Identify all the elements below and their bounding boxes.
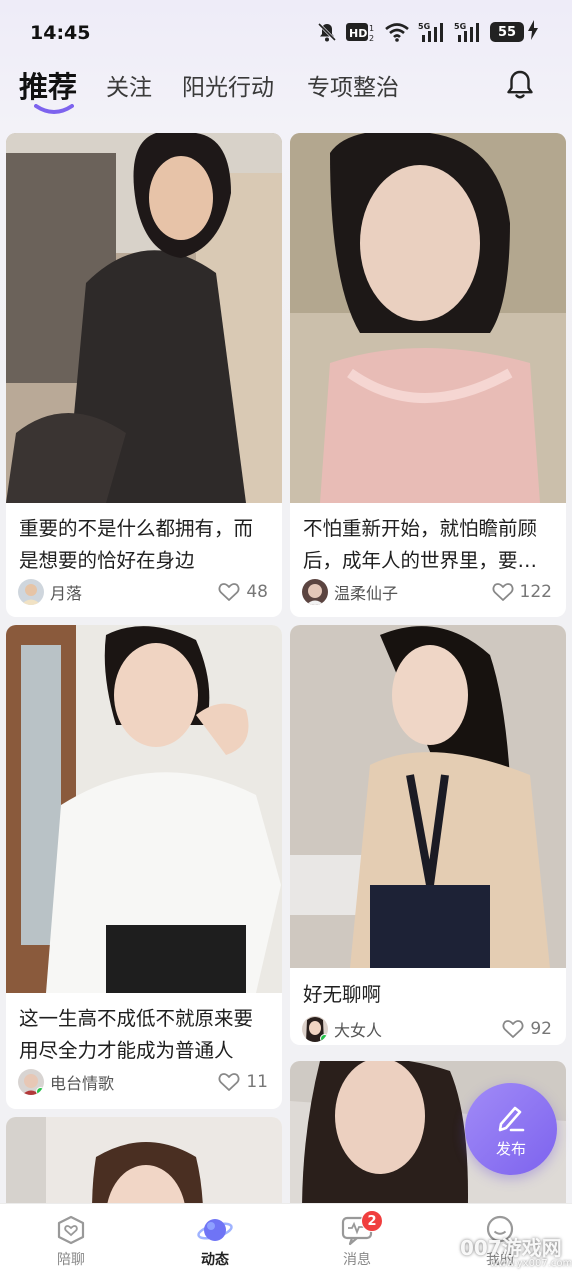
publish-button[interactable]: 发布 xyxy=(465,1083,557,1175)
post-title[interactable]: 不怕重新开始，就怕瞻前顾后，成年人的世界里，要… xyxy=(303,513,554,577)
like-button[interactable]: 122 xyxy=(492,582,552,602)
post-card[interactable]: 这一生高不成低不就原来要用尽全力才能成为普通人 电台情歌 11 xyxy=(6,625,282,1109)
svg-text:5G: 5G xyxy=(418,22,430,31)
nav-item-messages[interactable]: 2 消息 xyxy=(317,1210,397,1269)
tab-follow[interactable]: 关注 xyxy=(106,68,152,102)
heart-outline-icon xyxy=(218,1073,240,1091)
avatar[interactable] xyxy=(302,1016,328,1042)
nav-label: 消息 xyxy=(343,1252,371,1268)
post-card[interactable] xyxy=(6,1117,282,1203)
online-status-dot xyxy=(320,1034,328,1042)
post-meta: 电台情歌 11 xyxy=(18,1068,268,1096)
pen-edit-icon xyxy=(498,1106,525,1131)
post-card[interactable]: 好无聊啊 大女人 92 xyxy=(290,625,566,1045)
post-photo[interactable] xyxy=(290,133,566,503)
like-count: 11 xyxy=(246,1072,268,1092)
post-title[interactable]: 重要的不是什么都拥有，而是想要的恰好在身边 xyxy=(19,513,270,577)
planet-icon xyxy=(197,1219,233,1241)
heart-outline-icon xyxy=(218,583,240,601)
like-button[interactable]: 92 xyxy=(502,1019,552,1039)
publish-label: 发布 xyxy=(495,1139,526,1158)
like-count: 48 xyxy=(246,582,268,602)
watermark: 007游戏网 xyxy=(460,1236,562,1260)
post-card[interactable]: 不怕重新开始，就怕瞻前顾后，成年人的世界里，要… 温柔仙子 122 xyxy=(290,133,566,617)
post-title[interactable]: 好无聊啊 xyxy=(303,979,554,1011)
active-tab-underline xyxy=(34,104,74,114)
unread-badge: 2 xyxy=(361,1210,383,1232)
like-count: 92 xyxy=(530,1019,552,1039)
post-meta: 温柔仙子 122 xyxy=(302,578,552,606)
post-title[interactable]: 这一生高不成低不就原来要用尽全力才能成为普通人 xyxy=(19,1003,270,1067)
heart-outline-icon xyxy=(492,583,513,601)
nav-item-chat-companion[interactable]: 陪聊 xyxy=(31,1214,111,1269)
svg-text:5G: 5G xyxy=(454,22,466,31)
avatar[interactable] xyxy=(18,579,44,605)
battery-indicator: 55 xyxy=(490,20,538,44)
status-bar: 14:45 HD 1 2 5G 5G 55 xyxy=(0,0,572,66)
tab-sunshine-action[interactable]: 阳光行动 xyxy=(182,68,274,102)
svg-text:HD: HD xyxy=(349,27,367,40)
like-count: 122 xyxy=(519,582,552,602)
tab-special-rectification[interactable]: 专项整治 xyxy=(307,68,399,102)
heart-chat-icon xyxy=(57,1215,85,1245)
avatar[interactable] xyxy=(302,579,328,605)
nav-label: 陪聊 xyxy=(57,1252,85,1268)
wifi-icon xyxy=(384,21,410,43)
author-name[interactable]: 大女人 xyxy=(334,1017,502,1041)
post-photo[interactable] xyxy=(6,133,282,503)
post-photo[interactable] xyxy=(6,625,282,993)
tab-recommend[interactable]: 推荐 xyxy=(19,64,77,106)
nav-label: 动态 xyxy=(201,1252,229,1268)
post-feed[interactable]: 重要的不是什么都拥有，而是想要的恰好在身边 月落 48 不怕重新开始，就怕瞻前顾… xyxy=(0,133,572,1203)
online-status-dot xyxy=(36,1087,44,1095)
heart-outline-icon xyxy=(502,1020,524,1038)
post-photo[interactable] xyxy=(6,1117,282,1203)
status-time: 14:45 xyxy=(30,22,91,44)
author-name[interactable]: 温柔仙子 xyxy=(334,580,492,604)
top-tabs: 推荐 关注 阳光行动 专项整治 xyxy=(0,60,572,120)
post-card[interactable]: 重要的不是什么都拥有，而是想要的恰好在身边 月落 48 xyxy=(6,133,282,617)
charging-bolt-icon xyxy=(528,20,538,44)
like-button[interactable]: 48 xyxy=(218,582,268,602)
hd-icon: HD 1 2 xyxy=(346,21,376,43)
notification-bell-icon[interactable] xyxy=(503,68,537,102)
avatar[interactable] xyxy=(18,1069,44,1095)
mute-bell-icon xyxy=(316,21,338,43)
like-button[interactable]: 11 xyxy=(218,1072,268,1092)
post-meta: 大女人 92 xyxy=(302,1015,552,1043)
nav-item-feed[interactable]: 动态 xyxy=(175,1214,255,1269)
battery-level: 55 xyxy=(490,22,524,42)
svg-text:2: 2 xyxy=(369,34,374,43)
signal-5g-icon-1: 5G xyxy=(418,21,446,43)
post-photo[interactable] xyxy=(290,625,566,968)
post-meta: 月落 48 xyxy=(18,578,268,606)
status-icons: HD 1 2 5G 5G 55 xyxy=(316,20,538,44)
svg-text:1: 1 xyxy=(369,24,374,33)
signal-5g-icon-2: 5G xyxy=(454,21,482,43)
watermark-url: www.yx007.com xyxy=(490,1258,572,1269)
author-name[interactable]: 电台情歌 xyxy=(50,1070,218,1094)
author-name[interactable]: 月落 xyxy=(50,580,218,604)
